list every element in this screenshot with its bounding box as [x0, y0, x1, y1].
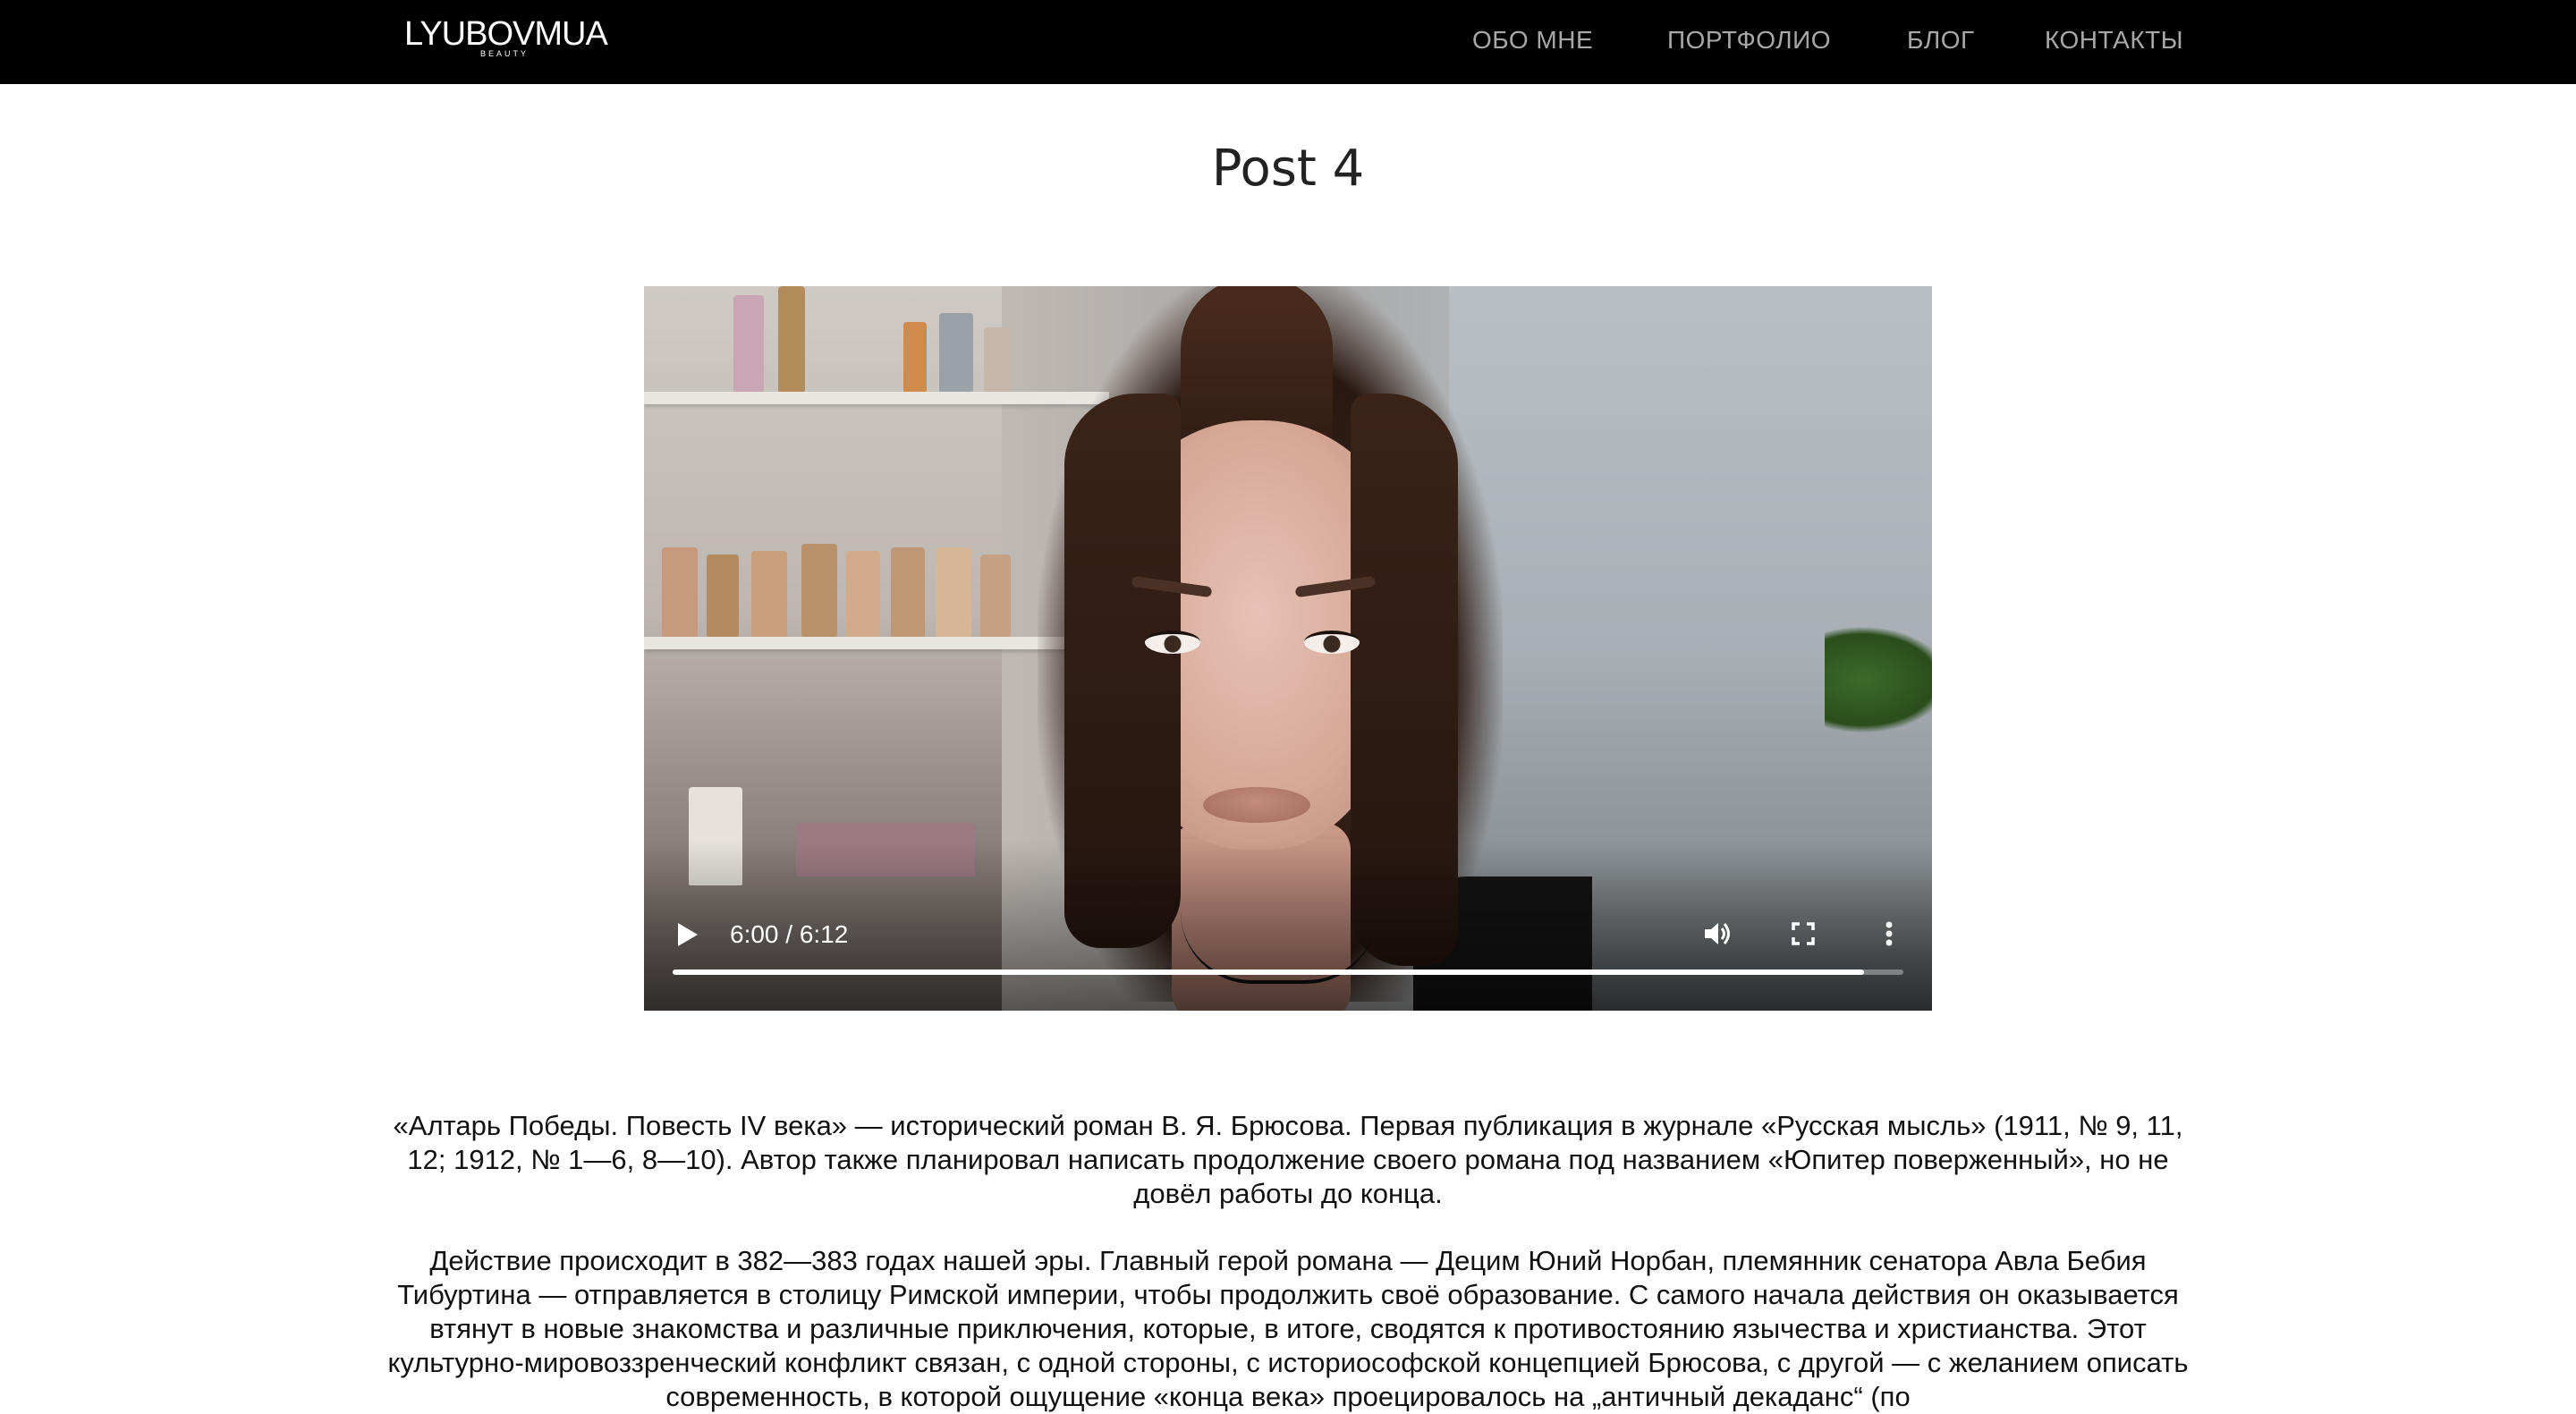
play-icon[interactable]	[676, 921, 699, 948]
volume-icon[interactable]	[1699, 916, 1735, 952]
nav-item-contacts[interactable]: КОНТАКТЫ	[2045, 25, 2183, 55]
video-player[interactable]: 6:00 / 6:12	[644, 286, 1932, 1011]
foundation-bottle	[801, 544, 837, 637]
cosmetic-bottle	[778, 286, 805, 392]
post-title: Post 4	[1211, 140, 1365, 198]
nav-item-blog[interactable]: БЛОГ	[1907, 25, 1975, 55]
cosmetic-bottle	[939, 313, 973, 392]
site-logo[interactable]: LYUBOVMUA BEAUTY	[404, 13, 610, 63]
foundation-bottle	[936, 547, 971, 637]
person-lips	[1203, 787, 1310, 823]
video-time: 6:00 / 6:12	[730, 920, 849, 948]
foundation-bottle	[707, 555, 739, 637]
cosmetic-bottle	[733, 295, 764, 392]
person-eye	[1304, 631, 1360, 654]
site-header: LYUBOVMUA BEAUTY ОБО МНЕ ПОРТФОЛИО БЛОГ …	[0, 0, 2576, 84]
foundation-bottle	[662, 547, 698, 637]
person-eye	[1145, 631, 1200, 654]
fullscreen-icon[interactable]	[1785, 916, 1821, 952]
plant-leaves	[1825, 626, 1932, 733]
foundation-bottle	[846, 551, 880, 637]
nav-item-portfolio[interactable]: ПОРТФОЛИО	[1667, 25, 1831, 55]
more-options-icon[interactable]	[1871, 916, 1907, 952]
article-paragraph: Действие происходит в 382—383 годах наше…	[387, 1245, 2189, 1412]
video-progress-bar[interactable]	[673, 969, 1903, 975]
cosmetic-bottle	[984, 327, 1011, 392]
foundation-bottle	[751, 551, 787, 637]
video-progress-fill	[673, 969, 1864, 975]
logo-sub-text: BEAUTY	[480, 49, 530, 58]
article-paragraph: «Алтарь Победы. Повесть IV века» — истор…	[393, 1110, 2183, 1209]
foundation-bottle	[891, 547, 925, 637]
foundation-bottle	[980, 555, 1011, 637]
nav-item-about[interactable]: ОБО МНЕ	[1472, 25, 1593, 55]
logo-main-text: LYUBOVMUA	[404, 15, 608, 53]
cosmetic-bottle	[903, 322, 927, 392]
